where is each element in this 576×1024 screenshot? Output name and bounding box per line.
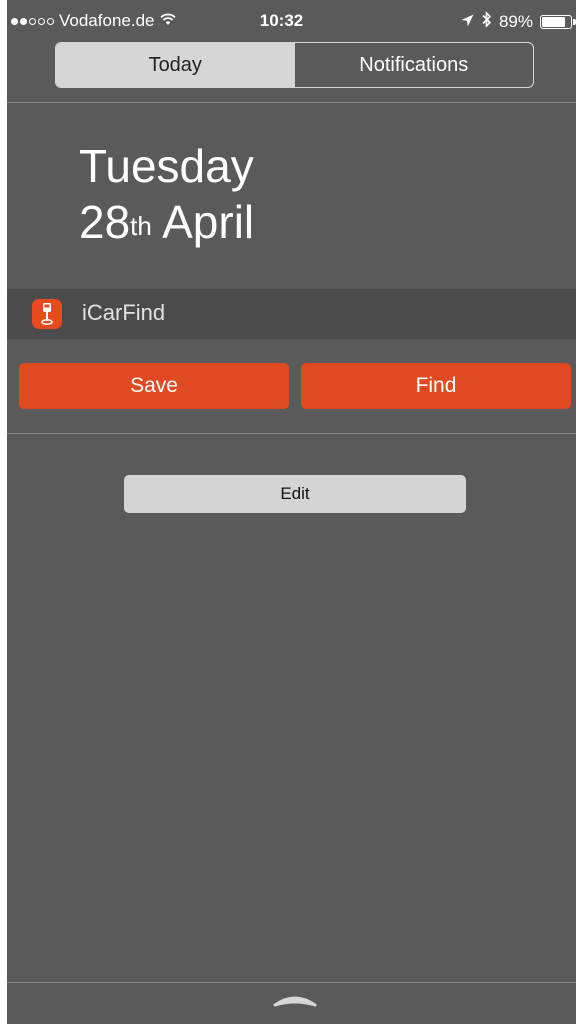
status-bar: Vodafone.de 10:32 89% [7, 0, 576, 40]
widget-divider [7, 433, 576, 434]
today-view: Vodafone.de 10:32 89% Today Notification… [7, 0, 576, 1024]
find-button[interactable]: Find [301, 363, 571, 409]
car-pin-icon [32, 299, 62, 329]
status-bar-right: 89% [461, 11, 576, 33]
battery-percent: 89% [498, 12, 533, 31]
battery-icon [540, 15, 576, 29]
battery-level [542, 17, 566, 27]
weekday: Tuesday [79, 140, 254, 192]
tab-notifications[interactable]: Notifications [295, 43, 534, 87]
save-button[interactable]: Save [19, 363, 289, 409]
day: 28 [79, 196, 131, 248]
tab-today[interactable]: Today [56, 43, 295, 87]
day-month: 28th April [79, 194, 254, 250]
location-arrow-icon [461, 12, 474, 32]
month: April [162, 196, 255, 248]
widget-header: iCarFind [7, 289, 576, 339]
grabber-handle-icon[interactable] [272, 994, 318, 1013]
bluetooth-icon [481, 11, 492, 33]
date-heading: Tuesday 28th April [79, 138, 254, 250]
ordinal-suffix: th [130, 211, 152, 241]
footer-divider [7, 982, 576, 983]
widget-app-name: iCarFind [82, 300, 166, 325]
view-segmented-control: Today Notifications [55, 42, 534, 88]
header-divider [7, 102, 576, 103]
edit-button[interactable]: Edit [124, 475, 466, 513]
